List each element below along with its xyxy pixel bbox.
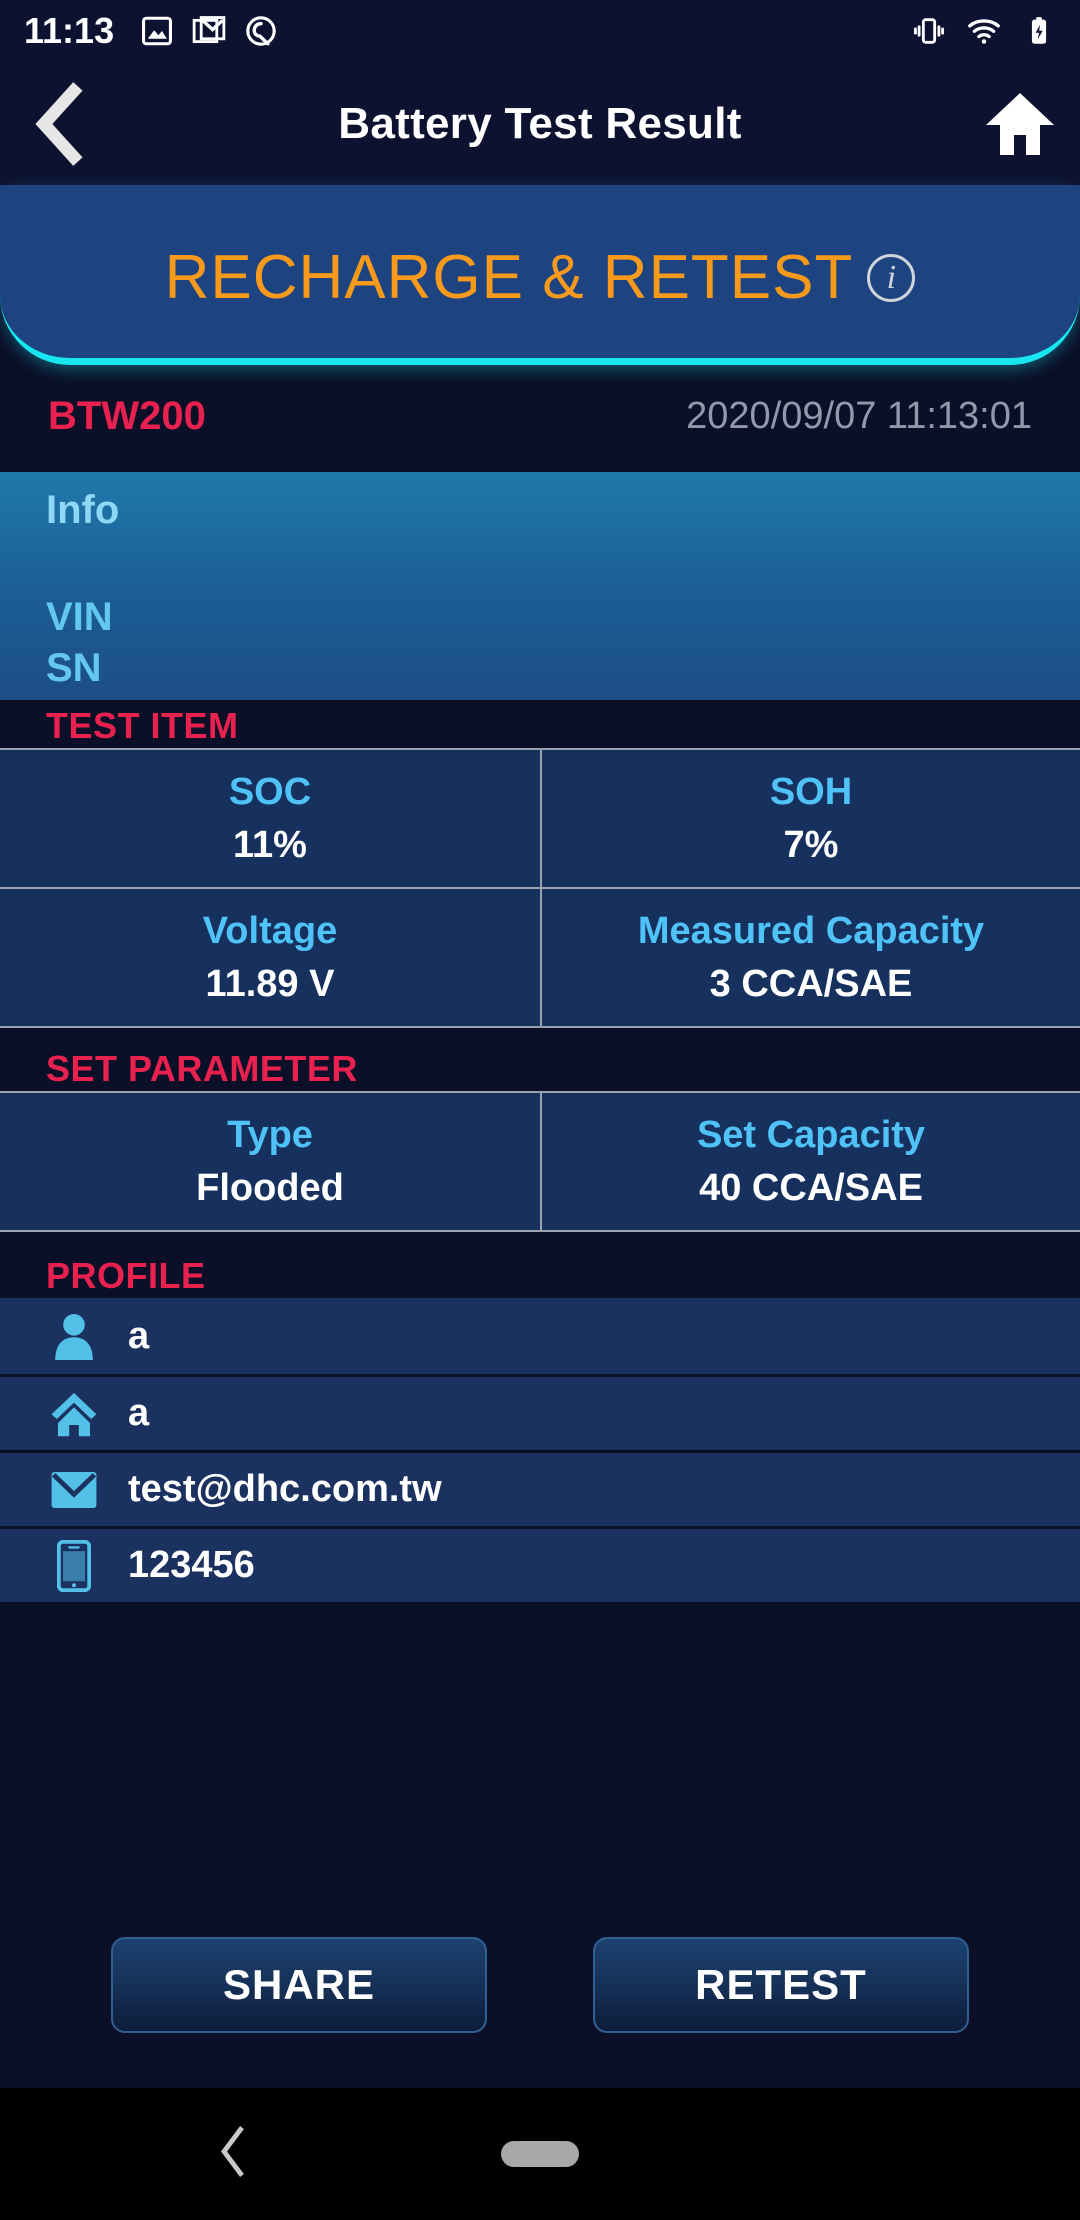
info-icon[interactable]: i xyxy=(867,253,916,302)
system-navigation-bar xyxy=(0,2088,1080,2220)
retest-button[interactable]: RETEST xyxy=(593,1937,969,2033)
set-parameter-header: SET PARAMETER xyxy=(46,1048,358,1089)
nav-back-icon[interactable] xyxy=(218,2124,248,2185)
share-button[interactable]: SHARE xyxy=(111,1937,487,2033)
person-icon xyxy=(46,1312,102,1360)
status-bar-clock: 11:13 xyxy=(24,10,115,51)
info-vin-label: VIN xyxy=(46,595,113,639)
metric-label: SOC xyxy=(228,770,312,813)
metric-value: 7% xyxy=(783,823,839,866)
home-button[interactable] xyxy=(960,91,1080,157)
back-button[interactable] xyxy=(0,81,120,167)
recharge-banner-wrapper: RECHARGE & RETEST i xyxy=(0,185,1080,375)
profile-email-value: test@dhc.com.tw xyxy=(128,1468,442,1510)
recharge-banner-label: RECHARGE & RETEST xyxy=(164,243,854,312)
metric-value: 11.89 V xyxy=(205,962,335,1005)
home-icon xyxy=(986,92,1054,155)
param-label: Set Capacity xyxy=(696,1113,926,1156)
table-row: Type Flooded Set Capacity 40 CCA/SAE xyxy=(0,1093,1080,1230)
profile-address-value: a xyxy=(128,1392,150,1434)
status-bar-notification-icons xyxy=(140,14,912,48)
metric-value: 11% xyxy=(233,823,307,866)
nav-home-pill[interactable] xyxy=(501,2141,579,2167)
param-cell-type[interactable]: Type Flooded xyxy=(0,1093,540,1230)
test-item-header: TEST ITEM xyxy=(46,705,239,746)
image-icon xyxy=(140,14,174,48)
app-bar: Battery Test Result xyxy=(0,62,1080,185)
metric-cell-soc[interactable]: SOC 11% xyxy=(0,750,540,887)
status-bar: 11:13 xyxy=(0,0,1080,62)
vibrate-icon xyxy=(912,14,946,48)
info-sn-label: SN xyxy=(46,646,102,690)
device-summary-row: BTW200 2020/09/07 11:13:01 xyxy=(0,385,1080,447)
table-row: Voltage 11.89 V Measured Capacity 3 CCA/… xyxy=(0,887,1080,1026)
mobile-phone-icon xyxy=(46,1539,102,1592)
param-label: Type xyxy=(227,1113,313,1156)
chevron-left-icon xyxy=(35,81,83,166)
profile-phone-value: 123456 xyxy=(128,1544,255,1586)
battery-charging-icon xyxy=(1022,14,1056,48)
app-screen: 11:13 Battery Test Result RECHARGE & RET… xyxy=(0,0,1080,2220)
info-panel-title: Info xyxy=(46,488,120,532)
status-bar-system-icons xyxy=(912,13,1056,49)
home-icon xyxy=(46,1391,102,1437)
envelope-icon xyxy=(46,1470,102,1510)
metric-cell-voltage[interactable]: Voltage 11.89 V xyxy=(0,889,540,1026)
metric-label: Voltage xyxy=(202,909,338,952)
list-item[interactable]: a xyxy=(0,1374,1080,1450)
param-value: 40 CCA/SAE xyxy=(699,1166,923,1209)
metric-cell-soh[interactable]: SOH 7% xyxy=(540,750,1080,887)
page-title: Battery Test Result xyxy=(338,98,742,148)
list-item[interactable]: a xyxy=(0,1298,1080,1374)
action-button-row: SHARE RETEST xyxy=(0,1937,1080,2033)
metric-value: 3 CCA/SAE xyxy=(709,962,913,1005)
profile-name-value: a xyxy=(128,1314,150,1357)
recharge-retest-banner[interactable]: RECHARGE & RETEST i xyxy=(0,185,1080,365)
profile-header: PROFILE xyxy=(46,1255,206,1296)
profile-list: a a test@dhc.com.tw 123456 xyxy=(0,1298,1080,1602)
test-item-grid: SOC 11% SOH 7% Voltage 11.89 V Measured … xyxy=(0,748,1080,1028)
list-item[interactable]: test@dhc.com.tw xyxy=(0,1450,1080,1526)
param-value: Flooded xyxy=(196,1166,344,1209)
set-parameter-grid: Type Flooded Set Capacity 40 CCA/SAE xyxy=(0,1091,1080,1232)
metric-label: Measured Capacity xyxy=(637,909,985,952)
gmail-icon xyxy=(192,14,226,48)
metric-label: SOH xyxy=(769,770,853,813)
device-model: BTW200 xyxy=(48,393,206,438)
table-row: SOC 11% SOH 7% xyxy=(0,750,1080,887)
wifi-icon xyxy=(966,13,1002,49)
info-panel[interactable]: Info VIN SN xyxy=(0,472,1080,700)
quick-settings-icon xyxy=(244,14,278,48)
param-cell-set-capacity[interactable]: Set Capacity 40 CCA/SAE xyxy=(540,1093,1080,1230)
metric-cell-measured-capacity[interactable]: Measured Capacity 3 CCA/SAE xyxy=(540,889,1080,1026)
list-item[interactable]: 123456 xyxy=(0,1526,1080,1602)
recharge-banner-content: RECHARGE & RETEST i xyxy=(165,242,916,313)
test-timestamp: 2020/09/07 11:13:01 xyxy=(686,394,1032,437)
